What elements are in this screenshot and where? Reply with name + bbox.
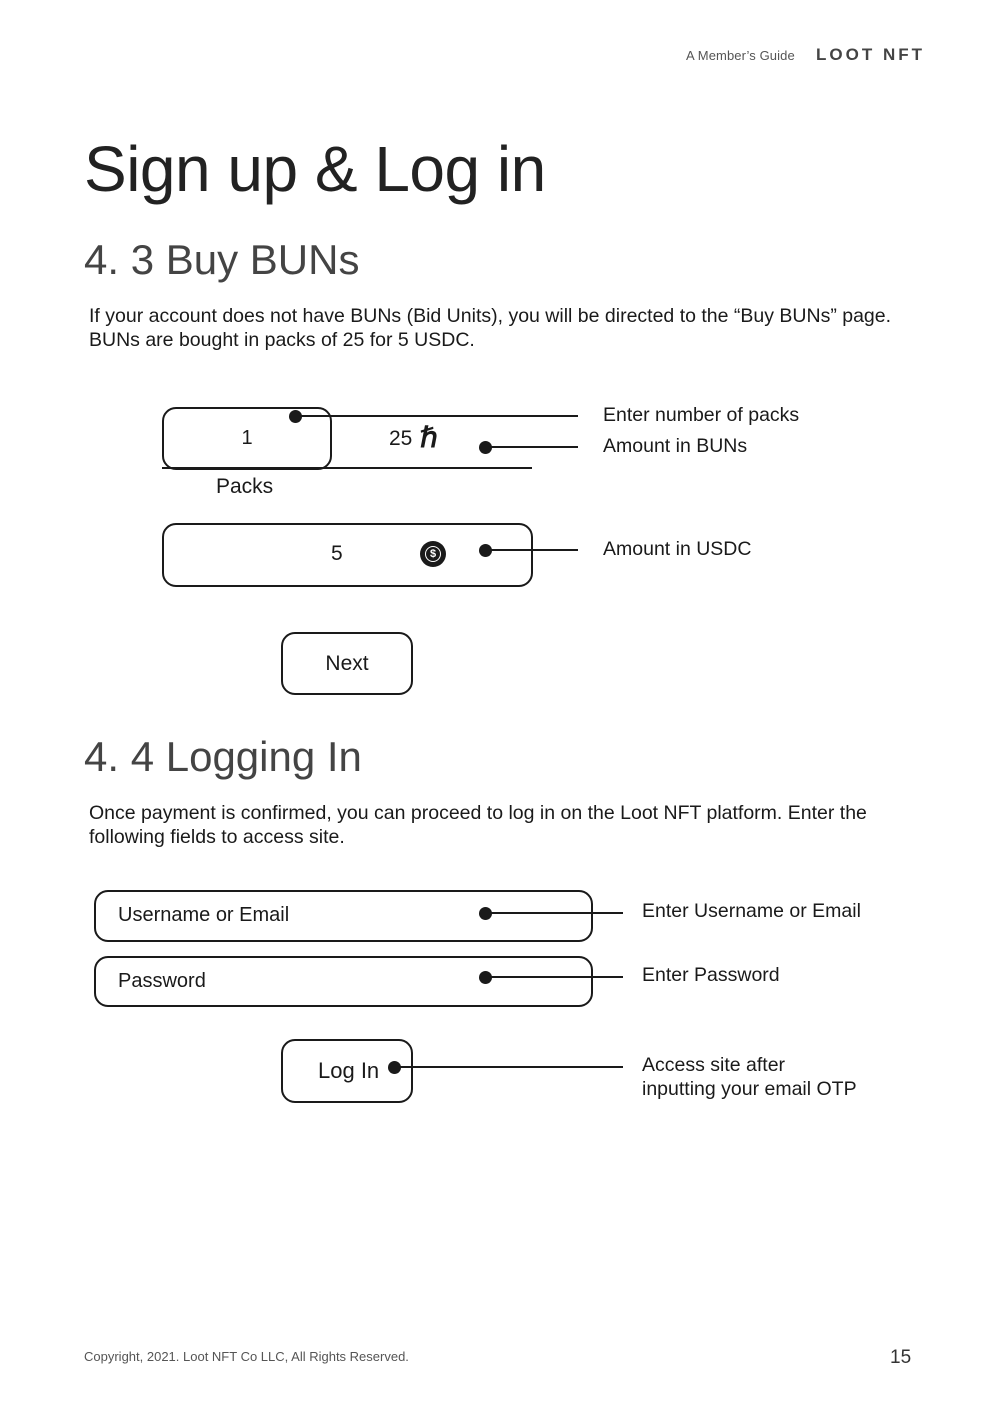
password-placeholder: Password xyxy=(118,970,206,992)
next-button[interactable]: Next xyxy=(281,632,413,695)
callout-login-line2: inputting your email OTP xyxy=(642,1078,857,1100)
section-heading-logging-in: 4. 4 Logging In xyxy=(84,733,362,780)
callout-buns: Amount in BUNs xyxy=(603,435,748,457)
usdc-amount-field[interactable] xyxy=(162,523,533,587)
packs-label: Packs xyxy=(216,475,274,498)
packs-value: 1 xyxy=(241,427,253,449)
guide-label: A Member’s Guide xyxy=(686,48,795,63)
callout-line-packs xyxy=(296,415,578,417)
callout-line-username xyxy=(486,912,623,914)
username-placeholder: Username or Email xyxy=(118,904,290,926)
buns-field-underline xyxy=(162,467,532,469)
page-number: 15 xyxy=(890,1347,912,1368)
login-button-label: Log In xyxy=(318,1058,380,1083)
callout-login-line1: Access site after xyxy=(642,1054,786,1076)
callout-usdc: Amount in USDC xyxy=(603,538,752,560)
copyright-footer: Copyright, 2021. Loot NFT Co LLC, All Ri… xyxy=(84,1349,409,1364)
buy-buns-paragraph-line1: If your account does not have BUNs (Bid … xyxy=(89,305,892,327)
usdc-amount: 5 xyxy=(331,542,343,565)
callout-password: Enter Password xyxy=(642,964,780,986)
callout-line-password xyxy=(486,976,623,978)
login-paragraph-line1: Once payment is confirmed, you can proce… xyxy=(89,802,867,824)
callout-line-usdc xyxy=(486,549,578,551)
loot-nft-logo: LOOT NFT xyxy=(816,45,925,64)
callout-packs: Enter number of packs xyxy=(603,404,800,426)
buy-buns-paragraph-line2: BUNs are bought in packs of 25 for 5 USD… xyxy=(89,329,475,351)
usdc-coin-icon: $ xyxy=(420,541,446,567)
callout-line-buns xyxy=(486,446,578,448)
callout-line-login xyxy=(395,1066,623,1068)
callout-username: Enter Username or Email xyxy=(642,900,861,922)
login-paragraph-line2: following fields to access site. xyxy=(89,826,345,848)
section-heading-buy-buns: 4. 3 Buy BUNs xyxy=(84,236,360,283)
page-title: Sign up & Log in xyxy=(84,133,546,205)
bun-currency-icon: ℏ xyxy=(420,422,438,453)
buns-amount: 25 xyxy=(389,427,413,450)
